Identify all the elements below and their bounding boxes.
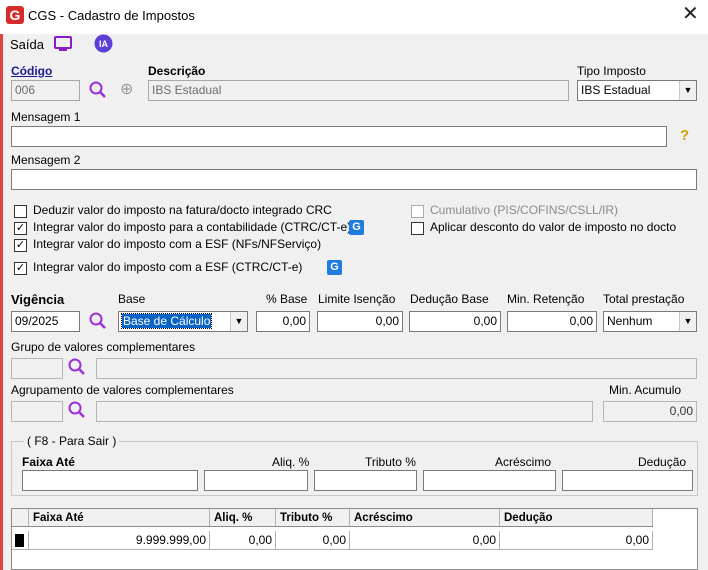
table-header-indicator <box>12 509 29 526</box>
tributo-label: Tributo % <box>365 455 416 469</box>
mensagem1-label: Mensagem 1 <box>11 110 81 124</box>
deduzir-label: Deduzir valor do imposto na fatura/docto… <box>33 203 332 217</box>
column-header-tributo[interactable]: Tributo % <box>276 509 350 526</box>
monitor-icon[interactable] <box>53 35 73 53</box>
integrar-esf-ctrc-checkbox[interactable]: ✓ <box>14 262 27 275</box>
chevron-down-icon[interactable]: ▼ <box>679 81 696 100</box>
aplicar-desconto-checkbox[interactable] <box>411 222 424 235</box>
faixa-group-caption: ( F8 - Para Sair ) <box>24 434 120 448</box>
cumulativo-checkbox[interactable] <box>411 205 424 218</box>
mensagem1-input[interactable] <box>11 126 667 147</box>
column-header-acrescimo[interactable]: Acréscimo <box>350 509 500 526</box>
codigo-label: Código <box>11 64 53 78</box>
cell-acrescimo[interactable]: 0,00 <box>350 531 500 549</box>
column-header-deducao[interactable]: Dedução <box>500 509 653 526</box>
close-icon[interactable]: ✕ <box>682 4 699 24</box>
deduzir-checkbox[interactable] <box>14 205 27 218</box>
search-icon[interactable] <box>88 311 108 331</box>
base-label: Base <box>118 292 146 306</box>
chevron-down-icon[interactable]: ▼ <box>679 312 696 331</box>
ia-icon-label: IA <box>99 39 109 49</box>
deducao-base-label: Dedução Base <box>410 292 489 306</box>
ia-icon[interactable]: IA <box>94 34 113 53</box>
min-retencao-label: Min. Retenção <box>507 292 585 306</box>
cell-deducao[interactable]: 0,00 <box>500 531 653 549</box>
descricao-label: Descrição <box>148 64 206 78</box>
pct-base-input[interactable]: 0,00 <box>256 311 310 332</box>
deducao-label: Dedução <box>638 455 687 469</box>
integrar-contab-label: Integrar valor do imposto para a contabi… <box>33 220 352 234</box>
faixa-ate-label: Faixa Até <box>22 455 75 469</box>
vigencia-label: Vigência <box>11 292 65 307</box>
integrar-esf-nfs-checkbox[interactable]: ✓ <box>14 239 27 252</box>
tipo-imposto-label: Tipo Imposto <box>577 64 646 78</box>
min-retencao-input[interactable]: 0,00 <box>507 311 597 332</box>
table-row[interactable]: 9.999.999,00 0,00 0,00 0,00 0,00 <box>12 531 653 550</box>
descricao-input[interactable]: IBS Estadual <box>148 80 569 101</box>
total-prestacao-label: Total prestação <box>603 292 685 306</box>
search-icon[interactable] <box>67 400 87 420</box>
acrescimo-input[interactable] <box>423 470 556 491</box>
chevron-down-icon[interactable]: ▼ <box>230 312 247 331</box>
base-select[interactable]: Base de Cálculo ▼ <box>118 311 248 332</box>
window-title: CGS - Cadastro de Impostos <box>28 8 195 23</box>
limite-isencao-label: Limite Isenção <box>318 292 396 306</box>
grupo-valores-label: Grupo de valores complementares <box>11 340 196 354</box>
deducao-input[interactable] <box>562 470 693 491</box>
column-header-aliq[interactable]: Aliq. % <box>210 509 276 526</box>
exit-button[interactable]: Saída <box>10 37 44 52</box>
row-indicator <box>12 531 29 549</box>
total-prestacao-select[interactable]: Nenhum ▼ <box>603 311 697 332</box>
limite-isencao-input[interactable]: 0,00 <box>317 311 403 332</box>
svg-text:G: G <box>10 7 21 23</box>
aplicar-desconto-label: Aplicar desconto do valor de imposto no … <box>430 220 677 234</box>
search-icon[interactable] <box>67 357 87 377</box>
total-prestacao-value: Nenhum <box>607 314 653 328</box>
tipo-imposto-select[interactable]: IBS Estadual ▼ <box>577 80 697 101</box>
mensagem2-input[interactable] <box>11 169 697 190</box>
acrescimo-label: Acréscimo <box>495 455 552 469</box>
agrupamento-code-input[interactable] <box>11 401 63 422</box>
tipo-imposto-value: IBS Estadual <box>581 83 651 97</box>
g-integration-icon: G <box>349 220 364 235</box>
vigencia-input[interactable]: 09/2025 <box>11 311 80 332</box>
min-acumulo-input[interactable]: 0,00 <box>603 401 697 422</box>
aliq-input[interactable] <box>204 470 308 491</box>
aliq-label: Aliq. % <box>272 455 310 469</box>
mensagem2-label: Mensagem 2 <box>11 153 81 167</box>
agrupamento-desc-input[interactable] <box>96 401 593 422</box>
deducao-base-input[interactable]: 0,00 <box>409 311 501 332</box>
cell-aliq[interactable]: 0,00 <box>210 531 276 549</box>
grupo-valores-desc-input[interactable] <box>96 358 697 379</box>
grupo-valores-code-input[interactable] <box>11 358 63 379</box>
pct-base-label: % Base <box>266 292 308 306</box>
cell-tributo[interactable]: 0,00 <box>276 531 350 549</box>
faixa-ate-input[interactable] <box>22 470 198 491</box>
base-value: Base de Cálculo <box>120 313 213 329</box>
add-icon[interactable]: ⊕ <box>120 80 133 100</box>
question-icon[interactable]: ? <box>680 127 689 144</box>
codigo-input[interactable]: 006 <box>11 80 80 101</box>
integrar-contab-checkbox[interactable]: ✓ <box>14 222 27 235</box>
integrar-esf-ctrc-label: Integrar valor do imposto com a ESF (CTR… <box>33 260 303 274</box>
min-acumulo-label: Min. Acumulo <box>609 383 682 397</box>
tributo-input[interactable] <box>314 470 417 491</box>
search-icon[interactable] <box>88 80 108 100</box>
cumulativo-label: Cumulativo (PIS/COFINS/CSLL/IR) <box>430 203 619 217</box>
window-left-edge <box>0 0 3 570</box>
column-header-faixa[interactable]: Faixa Até <box>29 509 210 526</box>
table-header: Faixa Até Aliq. % Tributo % Acréscimo De… <box>12 509 653 527</box>
cgs-logo-icon: G <box>6 6 24 24</box>
g-integration-icon: G <box>327 260 342 275</box>
integrar-esf-nfs-label: Integrar valor do imposto com a ESF (NFs… <box>33 237 322 251</box>
agrupamento-valores-label: Agrupamento de valores complementares <box>11 383 234 397</box>
cell-faixa[interactable]: 9.999.999,00 <box>29 531 210 549</box>
